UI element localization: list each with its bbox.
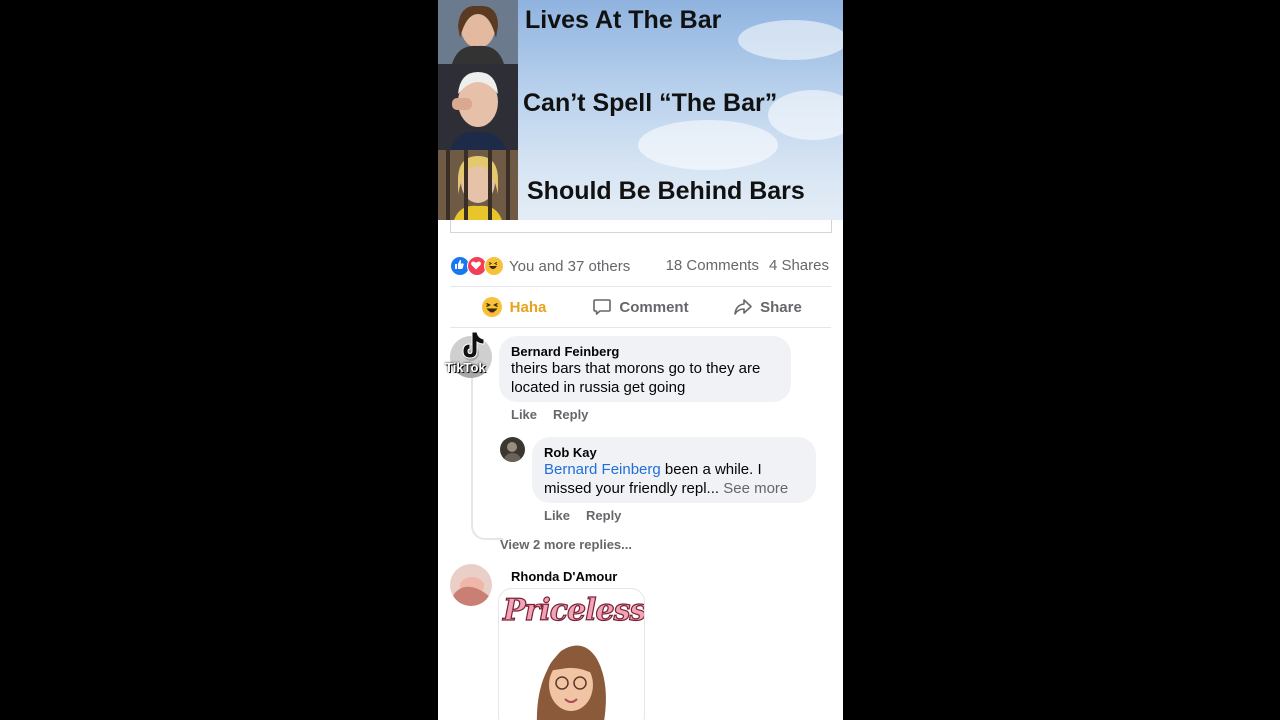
sticker-text: Priceless: [502, 592, 645, 628]
avatar[interactable]: [450, 564, 492, 606]
comment-author[interactable]: Rhonda D'Amour: [511, 569, 617, 584]
comment-text: theirs bars that morons go to they are l…: [511, 360, 761, 396]
reply-link[interactable]: Reply: [586, 508, 621, 523]
meme-photo-1: [438, 0, 518, 64]
haha-icon: [481, 296, 503, 318]
phone-screen: Lives At The Bar Can’t Spell “The Bar” S…: [438, 0, 843, 720]
reply-link[interactable]: Reply: [553, 407, 588, 422]
comment-bubble[interactable]: Bernard Feinberg theirs bars that morons…: [499, 336, 791, 402]
mention-link[interactable]: Bernard Feinberg: [544, 461, 661, 478]
like-link[interactable]: Like: [511, 407, 537, 422]
post-attachment-frame: [450, 220, 832, 233]
shares-count-link[interactable]: 4 Shares: [769, 257, 829, 274]
like-link[interactable]: Like: [544, 508, 570, 523]
meme-photo-3: [438, 150, 518, 220]
haha-icon: [484, 256, 504, 276]
haha-reaction-button[interactable]: Haha: [450, 288, 577, 326]
reply-thread-line: [471, 378, 503, 540]
comments-count-link[interactable]: 18 Comments: [666, 257, 759, 274]
reply-actions: Like Reply: [544, 508, 621, 523]
reply-text: Bernard Feinberg been a while. I missed y…: [544, 460, 804, 498]
reaction-summary[interactable]: You and 37 others: [450, 256, 630, 276]
see-more-link[interactable]: See more: [723, 480, 788, 497]
reaction-summary-text: You and 37 others: [509, 257, 631, 275]
meme-image[interactable]: Lives At The Bar Can’t Spell “The Bar” S…: [438, 0, 843, 220]
avatar[interactable]: [500, 437, 525, 462]
bitmoji-sticker[interactable]: Priceless: [498, 588, 645, 720]
comment-label: Comment: [619, 298, 689, 316]
meme-line-1: Lives At The Bar: [525, 6, 722, 34]
view-more-replies-link[interactable]: View 2 more replies...: [500, 537, 632, 552]
reply-bubble[interactable]: Rob Kay Bernard Feinberg been a while. I…: [532, 437, 816, 503]
comment-author[interactable]: Bernard Feinberg: [511, 344, 779, 359]
divider: [450, 286, 831, 287]
meme-line-2: Can’t Spell “The Bar”: [523, 89, 778, 117]
reply-author[interactable]: Rob Kay: [544, 445, 804, 460]
reply-text-line-2: missed your friendly repl...: [544, 480, 724, 497]
meme-line-3: Should Be Behind Bars: [527, 177, 805, 205]
tiktok-watermark-text: TikTok: [445, 360, 486, 375]
reply-text-line-1: been a while. I: [660, 461, 762, 478]
divider: [450, 327, 831, 328]
share-label: Share: [760, 298, 802, 316]
haha-label: Haha: [509, 298, 547, 316]
post-action-bar: Haha Comment Share: [450, 288, 831, 326]
share-button[interactable]: Share: [704, 288, 831, 326]
share-icon: [733, 297, 753, 317]
comment-actions: Like Reply: [511, 407, 588, 422]
comment-button[interactable]: Comment: [577, 288, 704, 326]
engagement-counts: 18 Comments 4 Shares: [666, 257, 829, 274]
meme-photo-2: [438, 64, 518, 150]
comment-icon: [592, 297, 612, 317]
